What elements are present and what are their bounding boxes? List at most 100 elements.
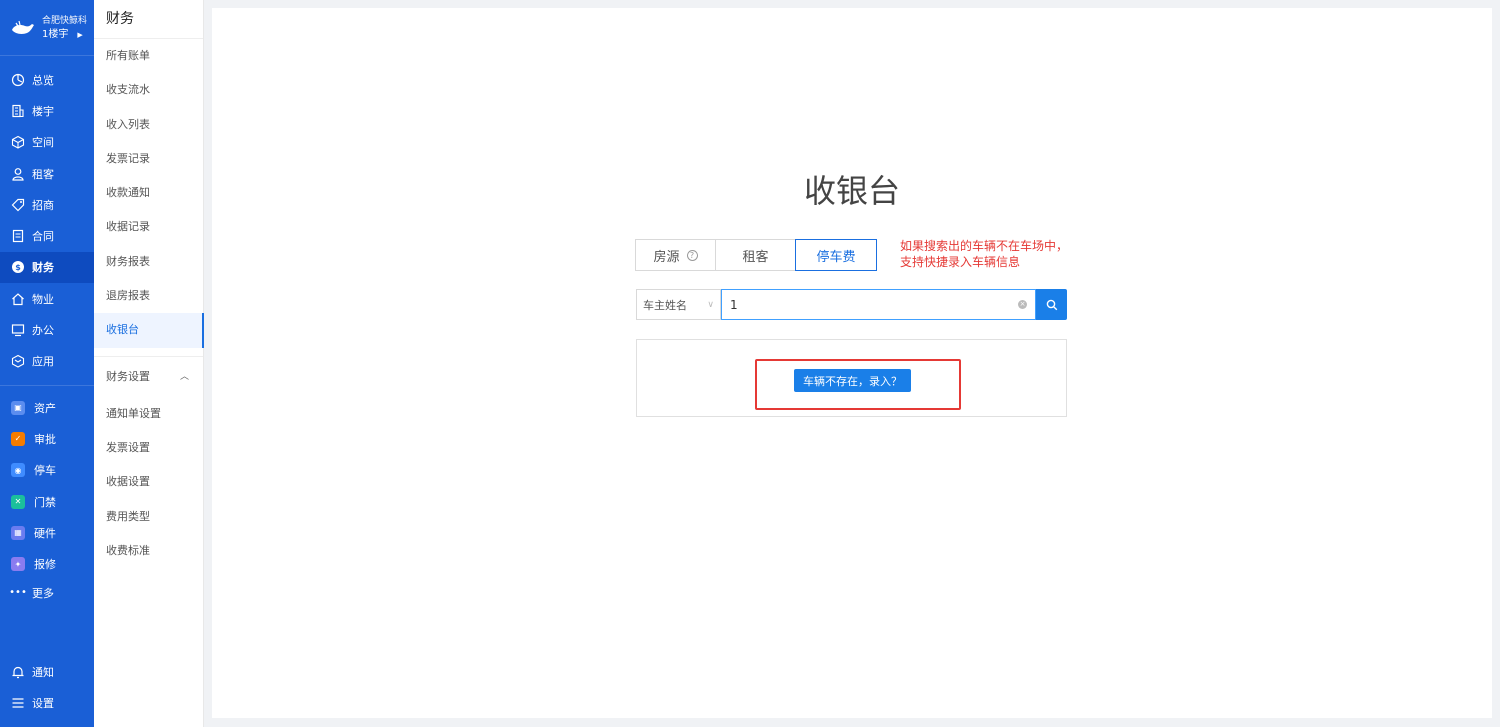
nav-item-notifications[interactable]: 通知 <box>0 656 94 687</box>
svg-text:$: $ <box>15 263 21 272</box>
nav-label: 通知 <box>32 666 54 680</box>
nav-app-access[interactable]: ✕ 门禁 <box>0 486 94 517</box>
submenu-item-invoice-records[interactable]: 发票记录 <box>94 142 203 176</box>
submenu-item-fee-types[interactable]: 费用类型 <box>94 500 203 534</box>
nav-item-contracts[interactable]: 合同 <box>0 220 94 251</box>
submenu-item-notice-settings[interactable]: 通知单设置 <box>94 397 203 431</box>
nav-item-finance[interactable]: $ 财务 <box>0 251 94 284</box>
building-icon <box>12 104 24 118</box>
nav-item-buildings[interactable]: 楼宇 <box>0 95 94 126</box>
submenu-item-cashier[interactable]: 收银台 <box>94 313 204 348</box>
annotation-note: 如果搜索出的车辆不在车场中， 支持快捷录入车辆信息 <box>900 238 1100 270</box>
submenu-item-all-bills[interactable]: 所有账单 <box>94 39 203 73</box>
caret-right-icon: ▶ <box>77 30 83 39</box>
hardware-app-icon: ▦ <box>11 525 25 540</box>
search-button[interactable] <box>1036 289 1067 320</box>
nav-app-hardware[interactable]: ▦ 硬件 <box>0 517 94 548</box>
nav-item-leasing[interactable]: 招商 <box>0 189 94 220</box>
register-vehicle-button[interactable]: 车辆不存在，录入？ <box>794 369 911 392</box>
search-type-value: 车主姓名 <box>643 298 687 312</box>
search-input-wrap: × <box>721 289 1036 320</box>
main-sidebar: 合肥快鲸科 1楼宇 ▶ 总览 楼宇 空间 租客 招商 合同 $ 财务 物业 办公… <box>0 0 94 727</box>
nav-label: 应用 <box>32 355 54 369</box>
search-input[interactable] <box>730 297 1014 312</box>
nav-label: 更多 <box>32 586 54 600</box>
nav-label: 资产 <box>34 401 56 415</box>
nav-label: 设置 <box>32 697 54 711</box>
finance-icon: $ <box>12 261 24 274</box>
nav-label: 报修 <box>34 558 56 572</box>
search-result-box: 车辆不存在，录入？ <box>636 339 1067 417</box>
nav-app-assets[interactable]: ▣ 资产 <box>0 392 94 423</box>
submenu-title: 财务 <box>94 0 203 39</box>
submenu-item-income-list[interactable]: 收入列表 <box>94 108 203 142</box>
tenant-icon <box>12 167 24 181</box>
search-bar: 车主姓名 ∨ × <box>636 289 1067 320</box>
building-name: 1楼宇 <box>42 28 69 40</box>
submenu-item-receipt-records[interactable]: 收据记录 <box>94 210 203 244</box>
repair-app-icon: ✦ <box>11 557 25 572</box>
whale-logo-icon <box>12 20 34 34</box>
nav-label: 门禁 <box>34 495 56 509</box>
approval-app-icon: ✓ <box>11 431 25 446</box>
nav-app-approval[interactable]: ✓ 审批 <box>0 423 94 454</box>
access-control-app-icon: ✕ <box>11 494 25 509</box>
more-dots-icon: ••• <box>9 587 27 599</box>
annotation-line-1: 如果搜索出的车辆不在车场中， <box>900 239 1069 253</box>
nav-label: 合同 <box>32 230 54 244</box>
submenu-item-cash-flow[interactable]: 收支流水 <box>94 73 203 107</box>
submenu-item-invoice-settings[interactable]: 发票设置 <box>94 431 203 465</box>
submenu-item-payment-notice[interactable]: 收款通知 <box>94 176 203 210</box>
submenu-item-receipt-settings[interactable]: 收据设置 <box>94 465 203 499</box>
cube-icon <box>11 136 25 149</box>
app-icon <box>11 355 25 368</box>
submenu-item-fee-standards[interactable]: 收费标准 <box>94 534 203 568</box>
parking-app-icon: ◉ <box>11 463 25 478</box>
document-icon <box>12 230 24 243</box>
nav-label: 总览 <box>32 73 54 87</box>
tab-tenants[interactable]: 租客 <box>715 239 796 271</box>
nav-item-tenants[interactable]: 租客 <box>0 158 94 189</box>
nav-divider <box>0 384 94 386</box>
annotation-line-2: 支持快捷录入车辆信息 <box>900 255 1021 269</box>
submenu-item-financial-report[interactable]: 财务报表 <box>94 245 203 279</box>
help-icon[interactable]: ? <box>686 249 698 261</box>
nav-item-more[interactable]: ••• 更多 <box>0 580 94 606</box>
dashboard-icon <box>11 73 25 86</box>
nav-item-office[interactable]: 办公 <box>0 314 94 345</box>
chevron-up-icon: ︿ <box>179 371 189 382</box>
brand-switcher[interactable]: 合肥快鲸科 1楼宇 ▶ <box>0 0 94 56</box>
nav-item-space[interactable]: 空间 <box>0 127 94 158</box>
tab-label: 租客 <box>742 249 769 265</box>
assets-app-icon: ▣ <box>11 400 25 415</box>
nav-label: 空间 <box>32 136 54 150</box>
nav-item-settings[interactable]: 设置 <box>0 688 94 719</box>
submenu-group-finance-settings[interactable]: 财务设置 ︿ <box>94 357 203 397</box>
submenu-group-label: 财务设置 <box>106 369 150 383</box>
search-type-select[interactable]: 车主姓名 ∨ <box>636 289 721 320</box>
company-name: 合肥快鲸科 <box>42 15 88 26</box>
nav-label: 招商 <box>32 198 54 212</box>
tab-label: 房源 <box>653 249 680 265</box>
nav-app-parking[interactable]: ◉ 停车 <box>0 455 94 486</box>
nav-label: 租客 <box>32 167 54 181</box>
chevron-down-icon: ∨ <box>707 299 714 310</box>
nav-label: 办公 <box>32 324 54 338</box>
page-title: 收银台 <box>803 172 900 210</box>
clear-icon[interactable]: × <box>1018 300 1027 309</box>
nav-label: 停车 <box>34 464 56 478</box>
nav-label: 硬件 <box>34 526 56 540</box>
nav-label: 财务 <box>32 261 54 275</box>
cashier-panel: 收银台 房源 ? 租客 停车费 如果搜索出的车辆不在车场中， 支持快捷录入车辆信… <box>212 8 1492 718</box>
nav-label: 楼宇 <box>32 104 54 118</box>
nav-item-property[interactable]: 物业 <box>0 283 94 314</box>
submenu-item-checkout-report[interactable]: 退房报表 <box>94 279 203 313</box>
nav-label: 审批 <box>34 432 56 446</box>
nav-item-apps[interactable]: 应用 <box>0 346 94 377</box>
tab-parking-fee[interactable]: 停车费 <box>795 239 877 271</box>
nav-app-repair[interactable]: ✦ 报修 <box>0 548 94 579</box>
tab-label: 停车费 <box>816 249 856 265</box>
nav-item-overview[interactable]: 总览 <box>0 64 94 95</box>
tab-rooms[interactable]: 房源 ? <box>635 239 716 271</box>
finance-submenu: 财务 所有账单 收支流水 收入列表 发票记录 收款通知 收据记录 财务报表 退房… <box>94 0 204 727</box>
